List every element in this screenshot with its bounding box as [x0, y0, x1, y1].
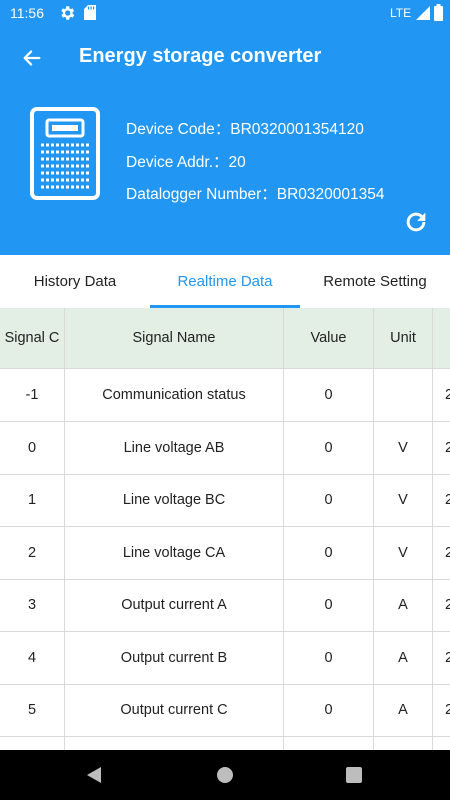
- unit-cell: A: [374, 631, 433, 684]
- extra-cell: 2: [445, 649, 450, 666]
- settings-icon: [61, 6, 75, 20]
- table-row[interactable]: 4 Output current B0A2: [0, 631, 450, 685]
- unit-cell: V: [374, 421, 433, 474]
- table-header-row: Signal C Signal Name Value Unit: [0, 308, 450, 369]
- extra-cell: 2: [445, 492, 450, 508]
- unit-cell: [374, 736, 433, 750]
- table-row[interactable]: 1 Line voltage BC 0 V 2: [0, 474, 450, 527]
- table-row[interactable]: 2 Line voltage CA 0 V 2: [0, 526, 450, 580]
- column-header: Value: [284, 308, 374, 368]
- tab-history-data[interactable]: History Data: [0, 255, 150, 308]
- sd-card-icon: [84, 5, 96, 20]
- system-nav-bar: [0, 750, 450, 800]
- signal-name-cell: Line voltage CA: [65, 526, 284, 579]
- value-cell: 0: [284, 579, 374, 631]
- table-row[interactable]: [0, 736, 450, 751]
- signal-name-cell: [65, 736, 284, 750]
- status-time: 11:56: [10, 5, 44, 21]
- column-header: Unit: [374, 308, 433, 368]
- network-type: LTE: [390, 6, 412, 20]
- signal-code-cell: 4: [0, 631, 65, 684]
- value-cell: [284, 736, 374, 750]
- nav-recent-icon[interactable]: [346, 767, 362, 783]
- unit-cell: V: [374, 526, 433, 579]
- signal-name-cell: Line voltage AB: [65, 421, 284, 474]
- signal-name-cell: Output current C: [65, 684, 284, 736]
- value-cell: 0: [284, 421, 374, 474]
- tab-remote-setting[interactable]: Remote Setting: [300, 255, 450, 308]
- status-bar: 11:56 LTE: [0, 0, 450, 27]
- extra-cell: [433, 737, 450, 751]
- extra-cell: 2: [445, 597, 450, 613]
- table-row[interactable]: -1 Communication status 0 2: [0, 369, 450, 422]
- datalogger-number: Datalogger Number：BR0320001354: [126, 186, 385, 203]
- signal-code-cell: 5: [0, 684, 65, 736]
- device-icon: [30, 107, 100, 200]
- device-code: Device Code：BR0320001354120: [126, 121, 364, 138]
- column-header: Signal Name: [65, 308, 284, 368]
- unit-cell: V: [374, 474, 433, 526]
- extra-cell: 2: [445, 544, 450, 561]
- signal-code-cell: 1: [0, 474, 65, 526]
- signal-code-cell: -1: [0, 369, 65, 421]
- signal-code-cell: 0: [0, 421, 65, 474]
- signal-name-cell: Line voltage BC: [65, 474, 284, 526]
- table-row[interactable]: 0 Line voltage AB 0 V 2: [0, 421, 450, 475]
- battery-icon: [434, 4, 443, 21]
- column-header: [433, 308, 450, 368]
- nav-home-icon[interactable]: [216, 766, 234, 784]
- realtime-data-table[interactable]: Signal C Signal Name Value Unit -1 Commun…: [0, 308, 450, 750]
- value-cell: 0: [284, 369, 374, 421]
- signal-name-cell: Output current A: [65, 579, 284, 631]
- nav-back-icon[interactable]: [85, 765, 105, 785]
- table-row[interactable]: 3 Output current A0A2: [0, 579, 450, 632]
- unit-cell: A: [374, 684, 433, 736]
- column-header: Signal C: [0, 308, 65, 368]
- extra-cell: 2: [445, 439, 450, 456]
- value-cell: 0: [284, 684, 374, 736]
- unit-cell: A: [374, 579, 433, 631]
- tab-realtime-data[interactable]: Realtime Data: [150, 255, 300, 308]
- device-address: Device Addr.：20: [126, 154, 246, 171]
- signal-name-cell: Output current B: [65, 631, 284, 684]
- signal-name-cell: Communication status: [65, 369, 284, 421]
- value-cell: 0: [284, 474, 374, 526]
- back-button[interactable]: [18, 44, 46, 72]
- extra-cell: 2: [445, 702, 450, 718]
- refresh-icon[interactable]: [402, 208, 430, 236]
- value-cell: 0: [284, 526, 374, 579]
- device-header: Energy storage converter Device Code：BR0…: [0, 27, 450, 255]
- signal-code-cell: 3: [0, 579, 65, 631]
- page-title: Energy storage converter: [79, 45, 322, 67]
- signal-icon: [416, 6, 430, 20]
- extra-cell: 2: [445, 387, 450, 403]
- tab-bar: History Data Realtime Data Remote Settin…: [0, 255, 450, 309]
- value-cell: 0: [284, 631, 374, 684]
- signal-code-cell: 2: [0, 526, 65, 579]
- signal-code-cell: [0, 736, 65, 750]
- unit-cell: [374, 369, 433, 421]
- back-arrow-icon: [23, 50, 41, 66]
- table-row[interactable]: 5 Output current C0A2: [0, 684, 450, 737]
